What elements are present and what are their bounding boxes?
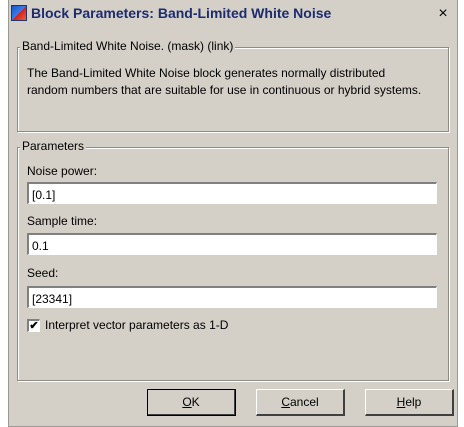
cancel-mnemonic: C	[281, 395, 290, 409]
close-icon[interactable]: ×	[431, 2, 455, 26]
block-parameters-dialog: Block Parameters: Band-Limited White Noi…	[8, 0, 458, 427]
interpret-vector-label[interactable]: Interpret vector parameters as 1-D	[45, 318, 228, 332]
ok-label-rest: K	[191, 395, 200, 409]
title-bar[interactable]: Block Parameters: Band-Limited White Noi…	[9, 0, 457, 30]
noise-power-label: Noise power:	[27, 164, 98, 178]
seed-input[interactable]	[27, 286, 437, 308]
sample-time-input[interactable]	[27, 233, 437, 255]
window-title: Block Parameters: Band-Limited White Noi…	[31, 5, 332, 21]
interpret-vector-checkbox[interactable]: ✔	[27, 319, 40, 332]
seed-label: Seed:	[27, 266, 59, 280]
description-group-legend: Band-Limited White Noise. (mask) (link)	[20, 39, 236, 53]
parameters-group-legend: Parameters	[20, 139, 87, 153]
simulink-block-icon	[11, 5, 27, 21]
cancel-label-rest: ancel	[289, 395, 319, 409]
help-button[interactable]: Help	[365, 389, 454, 416]
help-label-rest: elp	[405, 395, 422, 409]
cancel-button[interactable]: Cancel	[256, 389, 345, 416]
ok-mnemonic: O	[182, 395, 192, 409]
noise-power-input[interactable]	[27, 182, 437, 204]
ok-button[interactable]: OK	[147, 389, 236, 416]
block-description: The Band-Limited White Noise block gener…	[27, 66, 422, 97]
sample-time-label: Sample time:	[27, 214, 98, 228]
